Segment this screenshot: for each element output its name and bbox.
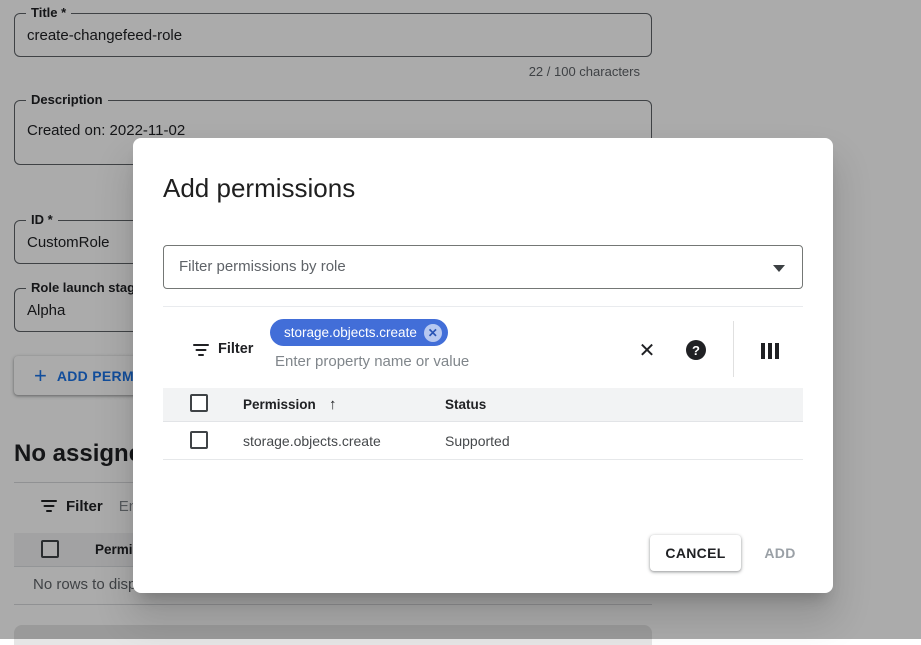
dialog-filter-input[interactable] [275, 353, 555, 370]
cancel-button[interactable]: CANCEL [650, 535, 741, 571]
table-row[interactable]: storage.objects.create Supported [163, 423, 803, 460]
chevron-down-icon [773, 265, 785, 272]
filter-permissions-by-role-select[interactable]: Filter permissions by role [163, 245, 803, 289]
cancel-button-label: CANCEL [665, 545, 725, 561]
status-cell: Supported [445, 433, 510, 449]
add-permissions-dialog: Add permissions Filter permissions by ro… [133, 138, 833, 593]
status-column-header[interactable]: Status [445, 397, 486, 412]
filter-chip[interactable]: storage.objects.create ✕ [270, 319, 448, 346]
chip-remove-icon[interactable]: ✕ [424, 324, 442, 342]
role-select-placeholder: Filter permissions by role [179, 258, 346, 275]
permission-cell: storage.objects.create [243, 433, 381, 449]
add-button-label: ADD [764, 545, 795, 561]
toolbar-divider [733, 321, 734, 377]
dialog-title: Add permissions [163, 173, 355, 204]
dialog-filter-toolbar: Filter storage.objects.create ✕ ✕ ? [163, 306, 803, 388]
permission-column-header[interactable]: Permission [243, 397, 316, 412]
clear-filters-icon[interactable]: ✕ [634, 337, 660, 363]
filter-chip-label: storage.objects.create [284, 325, 417, 340]
row-checkbox[interactable] [190, 431, 208, 449]
sort-ascending-icon[interactable]: ↑ [329, 396, 337, 413]
column-display-options-icon[interactable] [757, 338, 783, 364]
dialog-table-header: Permission ↑ Status [163, 388, 803, 422]
filter-icon [192, 344, 210, 358]
help-icon[interactable]: ? [686, 340, 706, 360]
page: Title * create-changefeed-role 22 / 100 … [0, 0, 921, 639]
select-all-checkbox[interactable] [190, 394, 208, 412]
filter-label: Filter [218, 341, 253, 357]
add-button[interactable]: ADD [745, 535, 815, 571]
